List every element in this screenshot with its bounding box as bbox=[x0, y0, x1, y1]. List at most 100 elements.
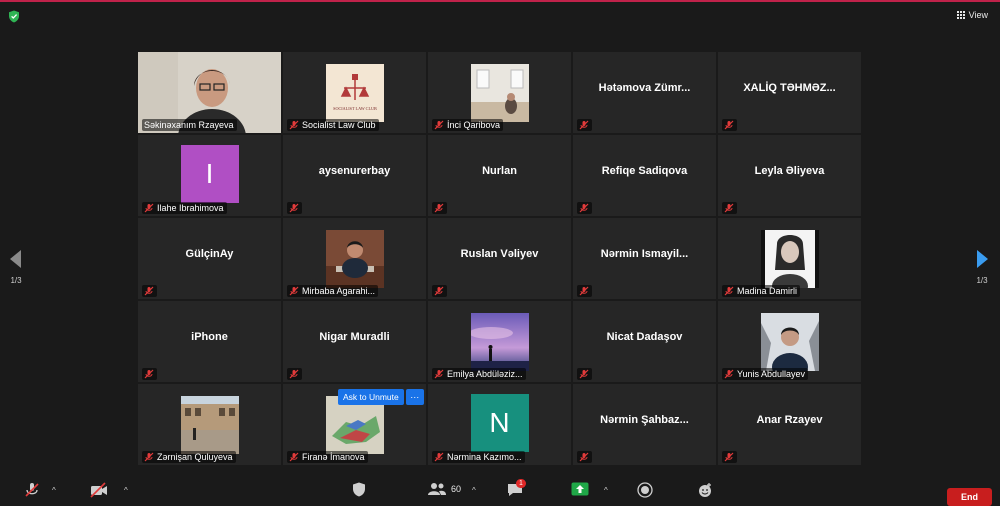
participant-name: Mirbaba Agarahi... bbox=[287, 285, 379, 297]
ask-to-unmute-button[interactable]: Ask to Unmute bbox=[338, 389, 404, 405]
participant-status bbox=[142, 285, 157, 297]
arrow-left-icon bbox=[10, 250, 21, 268]
participant-status bbox=[577, 119, 592, 131]
chat-unread-badge: 1 bbox=[516, 479, 526, 488]
muted-mic-icon bbox=[289, 369, 299, 379]
participant-name: Zərnişan Quluyeva bbox=[142, 451, 236, 463]
muted-mic-icon bbox=[724, 452, 734, 462]
end-meeting-button[interactable]: End bbox=[947, 488, 992, 506]
tile-hover-actions: Ask to Unmute ··· bbox=[338, 389, 424, 405]
participant-display-name: Nicat Dadaşov bbox=[606, 330, 683, 343]
next-page-button[interactable]: 1/3 bbox=[976, 250, 988, 285]
participant-status bbox=[287, 368, 302, 380]
participant-tile[interactable]: XALİQ TƏHMƏZ... bbox=[718, 52, 861, 133]
security-button[interactable] bbox=[352, 482, 366, 497]
participants-button[interactable]: 60 bbox=[427, 482, 461, 496]
participant-status bbox=[432, 202, 447, 214]
participant-tile[interactable]: Emilya Abdüləziz... bbox=[428, 301, 571, 382]
security-shield-icon[interactable] bbox=[8, 10, 20, 23]
muted-mic-icon bbox=[144, 203, 154, 213]
participant-status bbox=[432, 285, 447, 297]
previous-page-button[interactable]: 1/3 bbox=[10, 250, 22, 285]
participant-status bbox=[142, 368, 157, 380]
participant-tile[interactable]: Səkinəxanım Rzayeva bbox=[138, 52, 281, 133]
participant-tile[interactable]: Hətəmova Zümr... bbox=[573, 52, 716, 133]
participant-tile[interactable]: SOCIALIST LAW CLUB Socialist Law Club bbox=[283, 52, 426, 133]
participant-tile[interactable]: I Ilahe Ibrahimova bbox=[138, 135, 281, 216]
participant-name: Səkinəxanım Rzayeva bbox=[142, 119, 237, 131]
video-off-icon bbox=[90, 482, 107, 498]
participant-tile[interactable]: aysenurerbay bbox=[283, 135, 426, 216]
muted-mic-icon bbox=[434, 203, 444, 213]
participant-status bbox=[722, 451, 737, 463]
muted-mic-icon bbox=[434, 120, 444, 130]
share-screen-button[interactable] bbox=[571, 482, 589, 496]
unmute-button[interactable] bbox=[24, 482, 40, 498]
participant-tile[interactable]: Madina Damirli bbox=[718, 218, 861, 299]
muted-mic-icon bbox=[579, 452, 589, 462]
participants-options-caret[interactable]: ^ bbox=[472, 486, 476, 495]
participant-tile[interactable]: iPhone bbox=[138, 301, 281, 382]
participant-display-name: Nərmin Ismayil... bbox=[600, 247, 689, 260]
muted-mic-icon bbox=[579, 120, 589, 130]
reactions-smile-icon bbox=[699, 483, 711, 497]
participant-name: Yunis Abdullayev bbox=[722, 368, 809, 380]
participant-tile[interactable]: Nərmin Ismayil... bbox=[573, 218, 716, 299]
view-label: View bbox=[968, 10, 988, 20]
participant-photo bbox=[760, 230, 819, 288]
participant-tile[interactable]: Mirbaba Agarahi... bbox=[283, 218, 426, 299]
arrow-right-icon bbox=[977, 250, 988, 268]
participant-tile[interactable]: Yunis Abdullayev bbox=[718, 301, 861, 382]
participant-tile[interactable]: Zərnişan Quluyeva bbox=[138, 384, 281, 465]
participant-tile[interactable]: Nərmin Şahbaz... bbox=[573, 384, 716, 465]
participant-tile[interactable]: Leyla Əliyeva bbox=[718, 135, 861, 216]
participant-tile[interactable]: Ruslan Vəliyev bbox=[428, 218, 571, 299]
reactions-button[interactable] bbox=[697, 482, 713, 498]
video-options-caret[interactable]: ^ bbox=[124, 486, 128, 495]
participant-status bbox=[577, 451, 592, 463]
participant-status bbox=[577, 285, 592, 297]
club-logo-image: SOCIALIST LAW CLUB bbox=[325, 64, 384, 122]
participant-tile[interactable]: Nicat Dadaşov bbox=[573, 301, 716, 382]
participant-name: İnci Qaribova bbox=[432, 119, 504, 131]
record-button[interactable] bbox=[637, 482, 653, 498]
muted-mic-icon bbox=[144, 452, 154, 462]
participant-tile[interactable]: Refiqe Sadiqova bbox=[573, 135, 716, 216]
participant-status bbox=[722, 119, 737, 131]
muted-mic-icon bbox=[724, 369, 734, 379]
chat-button[interactable]: 1 bbox=[507, 479, 526, 497]
participant-tile[interactable]: N Nərmina Kazımo... bbox=[428, 384, 571, 465]
muted-mic-icon bbox=[434, 452, 444, 462]
participant-display-name: Leyla Əliyeva bbox=[754, 164, 825, 177]
participant-tile[interactable]: GülçinAy bbox=[138, 218, 281, 299]
participant-photo bbox=[180, 396, 239, 454]
participant-name: Ilahe Ibrahimova bbox=[142, 202, 227, 214]
audio-options-caret[interactable]: ^ bbox=[52, 486, 56, 495]
participant-tile[interactable]: Anar Rzayev bbox=[718, 384, 861, 465]
participant-display-name: aysenurerbay bbox=[318, 164, 391, 177]
muted-mic-icon bbox=[579, 286, 589, 296]
participant-photo bbox=[760, 313, 819, 371]
participant-tile[interactable]: İnci Qaribova bbox=[428, 52, 571, 133]
participant-photo bbox=[325, 230, 384, 288]
muted-mic-icon bbox=[724, 120, 734, 130]
participant-display-name: Nurlan bbox=[482, 164, 517, 177]
share-screen-icon bbox=[571, 482, 589, 496]
participant-name: Nərmina Kazımo... bbox=[432, 451, 525, 463]
participant-status bbox=[577, 368, 592, 380]
avatar-letter: I bbox=[180, 145, 239, 203]
muted-mic-icon bbox=[144, 369, 154, 379]
participant-name: Madina Damirli bbox=[722, 285, 801, 297]
participant-photo bbox=[470, 64, 529, 122]
participant-display-name: Refiqe Sadiqova bbox=[601, 164, 688, 177]
share-options-caret[interactable]: ^ bbox=[604, 486, 608, 495]
participant-tile[interactable]: Nurlan bbox=[428, 135, 571, 216]
start-video-button[interactable] bbox=[90, 482, 108, 498]
security-shield-toolbar-icon bbox=[353, 482, 365, 497]
view-button[interactable]: View bbox=[956, 10, 988, 20]
more-options-button[interactable]: ··· bbox=[405, 389, 424, 405]
participant-photo bbox=[470, 313, 529, 371]
participant-tile[interactable]: Nigar Muradli bbox=[283, 301, 426, 382]
muted-mic-icon bbox=[144, 286, 154, 296]
muted-mic-icon bbox=[289, 120, 299, 130]
